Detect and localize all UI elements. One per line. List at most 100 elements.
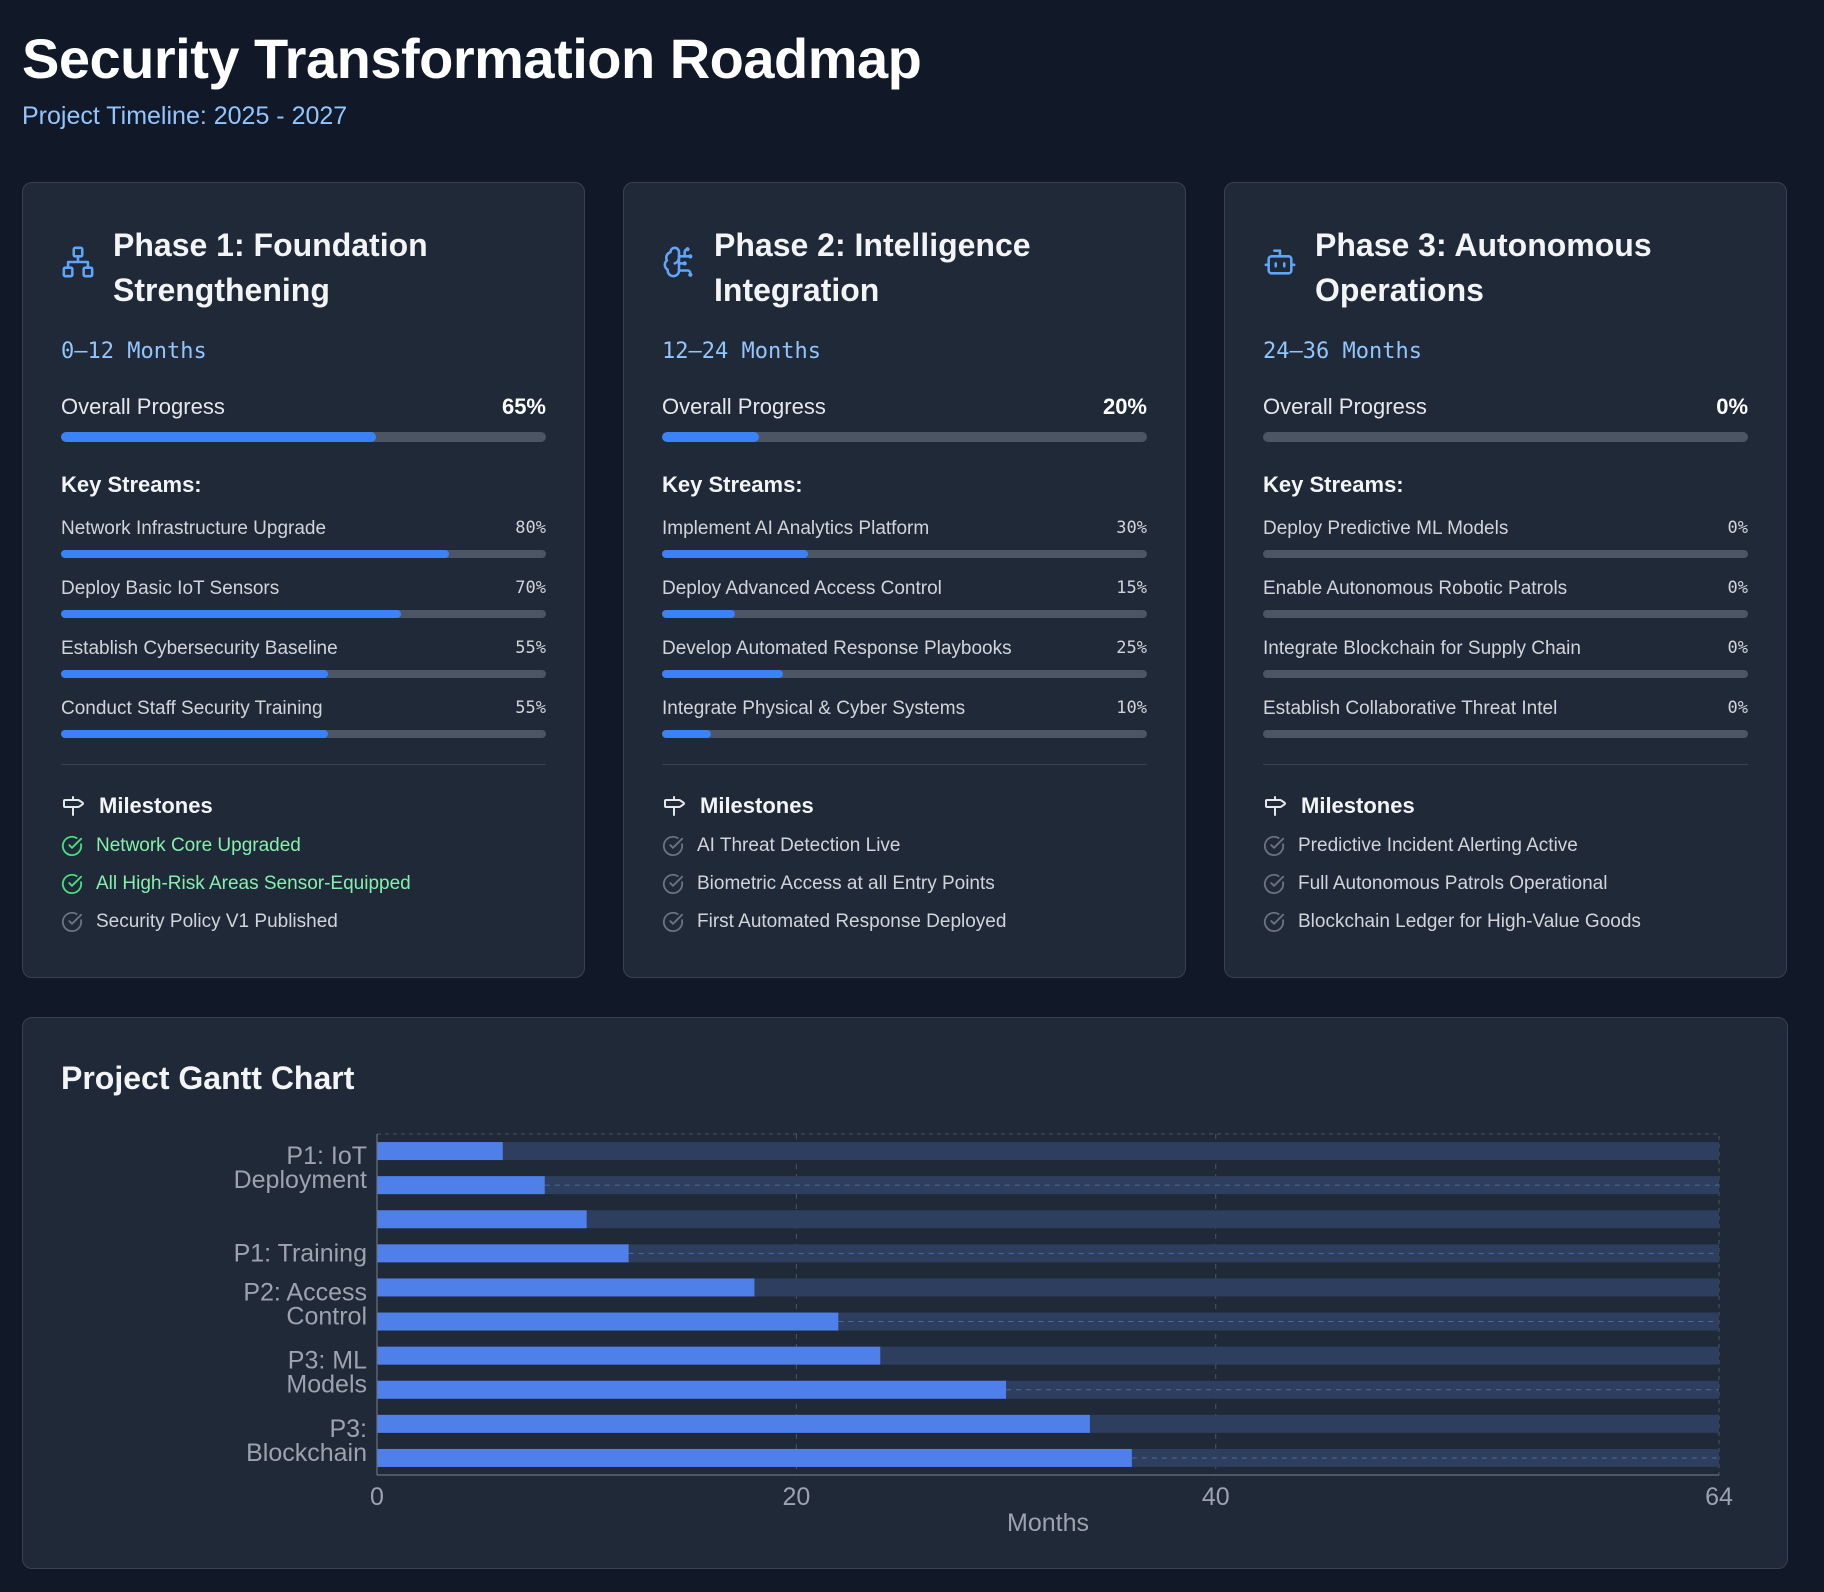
divider (1263, 764, 1748, 765)
milestones-header: Milestones (662, 793, 1147, 819)
stream-item: Network Infrastructure Upgrade 80% (61, 518, 546, 558)
brain-circuit-icon (662, 245, 696, 279)
stream-progress-bar (1263, 670, 1748, 678)
stream-item: Integrate Physical & Cyber Systems 10% (662, 698, 1147, 738)
stream-item: Conduct Staff Security Training 55% (61, 698, 546, 738)
network-icon (61, 245, 95, 279)
gantt-bar (377, 1244, 629, 1263)
milestone-label: All High-Risk Areas Sensor-Equipped (96, 873, 411, 894)
phase-title: Phase 3: Autonomous Operations (1315, 227, 1652, 308)
gantt-chart: P1: IoT Deployment P1: Training P2: Access C… (234, 1133, 1733, 1537)
milestone-label: Predictive Incident Alerting Active (1298, 835, 1578, 856)
overall-progress-bar (61, 432, 546, 442)
milestone-label: Biometric Access at all Entry Points (697, 873, 995, 894)
gantt-bar (377, 1346, 881, 1365)
page-header: Security Transformation Roadmap Project … (22, 26, 922, 131)
stream-progress-bar (1263, 550, 1748, 558)
overall-progress-value: 20% (1102, 394, 1147, 419)
page-title: Security Transformation Roadmap (22, 27, 922, 90)
key-streams-heading: Key Streams: (61, 472, 202, 497)
gantt-card: Project Gantt Chart P1: IoT Deployment P1:… (22, 1017, 1788, 1569)
overall-progress-label: Overall Progress (61, 394, 225, 419)
stream-progress-bar (61, 610, 546, 618)
stream-percent: 30% (1116, 518, 1147, 538)
check-circle-outline-icon (1263, 873, 1285, 895)
y-tick-label: P1: IoT Deployment (234, 1142, 367, 1194)
stream-progress-fill (662, 730, 711, 738)
overall-progress-fill (662, 432, 759, 442)
gantt-bar-track (377, 1142, 1719, 1161)
y-tick-label-line: Deployment (234, 1166, 367, 1194)
phase-duration: 12–24 Months (662, 339, 821, 364)
milestone-label: Network Core Upgraded (96, 835, 301, 856)
milestone-label: First Automated Response Deployed (697, 911, 1007, 932)
stream-percent: 0% (1727, 578, 1748, 598)
x-tick-label: 0 (370, 1483, 384, 1511)
page-subtitle: Project Timeline: 2025 - 2027 (22, 102, 348, 130)
phase-header: Phase 3: Autonomous Operations (1263, 223, 1748, 313)
stream-progress-bar (61, 730, 546, 738)
stream-label: Network Infrastructure Upgrade (61, 518, 327, 539)
signpost-icon (1263, 794, 1287, 818)
milestone-label: Blockchain Ledger for High-Value Goods (1298, 911, 1641, 932)
milestone-item: Network Core Upgraded (61, 835, 546, 857)
key-streams-heading: Key Streams: (1263, 472, 1404, 497)
gantt-bar (377, 1142, 503, 1161)
stream-percent: 55% (515, 698, 546, 718)
stream-item: Deploy Predictive ML Models 0% (1263, 518, 1748, 558)
milestones-header: Milestones (1263, 793, 1748, 819)
phase-title: Phase 1: Foundation Strengthening (113, 227, 428, 308)
check-circle-icon (61, 835, 83, 857)
y-tick-label-line: Blockchain (246, 1439, 367, 1467)
gantt-bar (377, 1210, 587, 1229)
stream-label: Deploy Predictive ML Models (1263, 518, 1509, 539)
signpost-icon (61, 794, 85, 818)
y-tick-label: P3: ML Models (286, 1347, 367, 1399)
x-axis-label: Months (1007, 1509, 1089, 1537)
stream-item: Implement AI Analytics Platform 30% (662, 518, 1147, 558)
stream-item: Develop Automated Response Playbooks 25% (662, 638, 1147, 678)
milestones-title: Milestones (1301, 793, 1415, 818)
stream-item: Deploy Basic IoT Sensors 70% (61, 578, 546, 618)
check-circle-outline-icon (61, 911, 83, 933)
stream-label: Deploy Basic IoT Sensors (61, 578, 280, 599)
signpost-icon (662, 794, 686, 818)
stream-label: Establish Collaborative Threat Intel (1263, 698, 1558, 719)
overall-progress-label: Overall Progress (1263, 394, 1427, 419)
y-tick-label: P1: Training (234, 1239, 367, 1267)
milestone-item: AI Threat Detection Live (662, 835, 1147, 857)
milestone-item: Blockchain Ledger for High-Value Goods (1263, 911, 1748, 933)
gantt-bar (377, 1176, 545, 1195)
overall-progress-bar (1263, 432, 1748, 442)
stream-percent: 0% (1727, 518, 1748, 538)
phase-header: Phase 2: Intelligence Integration (662, 223, 1147, 313)
gantt-bar (377, 1414, 1090, 1433)
robot-icon (1263, 245, 1297, 279)
stream-progress-fill (61, 670, 328, 678)
milestone-label: Security Policy V1 Published (96, 911, 338, 932)
divider (662, 764, 1147, 765)
stream-progress-bar (662, 730, 1147, 738)
stream-progress-fill (662, 610, 735, 618)
x-tick-label: 20 (782, 1483, 810, 1511)
phase-card-1: Phase 1: Foundation Strengthening 0–12 M… (22, 182, 585, 978)
gantt-bar (377, 1380, 1007, 1399)
overall-progress-value: 65% (501, 394, 546, 419)
milestones-title: Milestones (99, 793, 213, 818)
milestone-item: Biometric Access at all Entry Points (662, 873, 1147, 895)
check-circle-outline-icon (662, 873, 684, 895)
stream-label: Enable Autonomous Robotic Patrols (1263, 578, 1568, 599)
phase-header: Phase 1: Foundation Strengthening (61, 223, 546, 313)
stream-item: Establish Cybersecurity Baseline 55% (61, 638, 546, 678)
stream-item: Deploy Advanced Access Control 15% (662, 578, 1147, 618)
milestone-label: AI Threat Detection Live (697, 835, 901, 856)
overall-progress-label: Overall Progress (662, 394, 826, 419)
stream-percent: 0% (1727, 698, 1748, 718)
stream-percent: 55% (515, 638, 546, 658)
stream-progress-bar (61, 670, 546, 678)
overall-progress-fill (61, 432, 377, 442)
check-circle-outline-icon (662, 911, 684, 933)
stream-label: Implement AI Analytics Platform (662, 518, 930, 539)
stream-item: Integrate Blockchain for Supply Chain 0% (1263, 638, 1748, 678)
y-tick-label-line: Control (286, 1303, 367, 1331)
